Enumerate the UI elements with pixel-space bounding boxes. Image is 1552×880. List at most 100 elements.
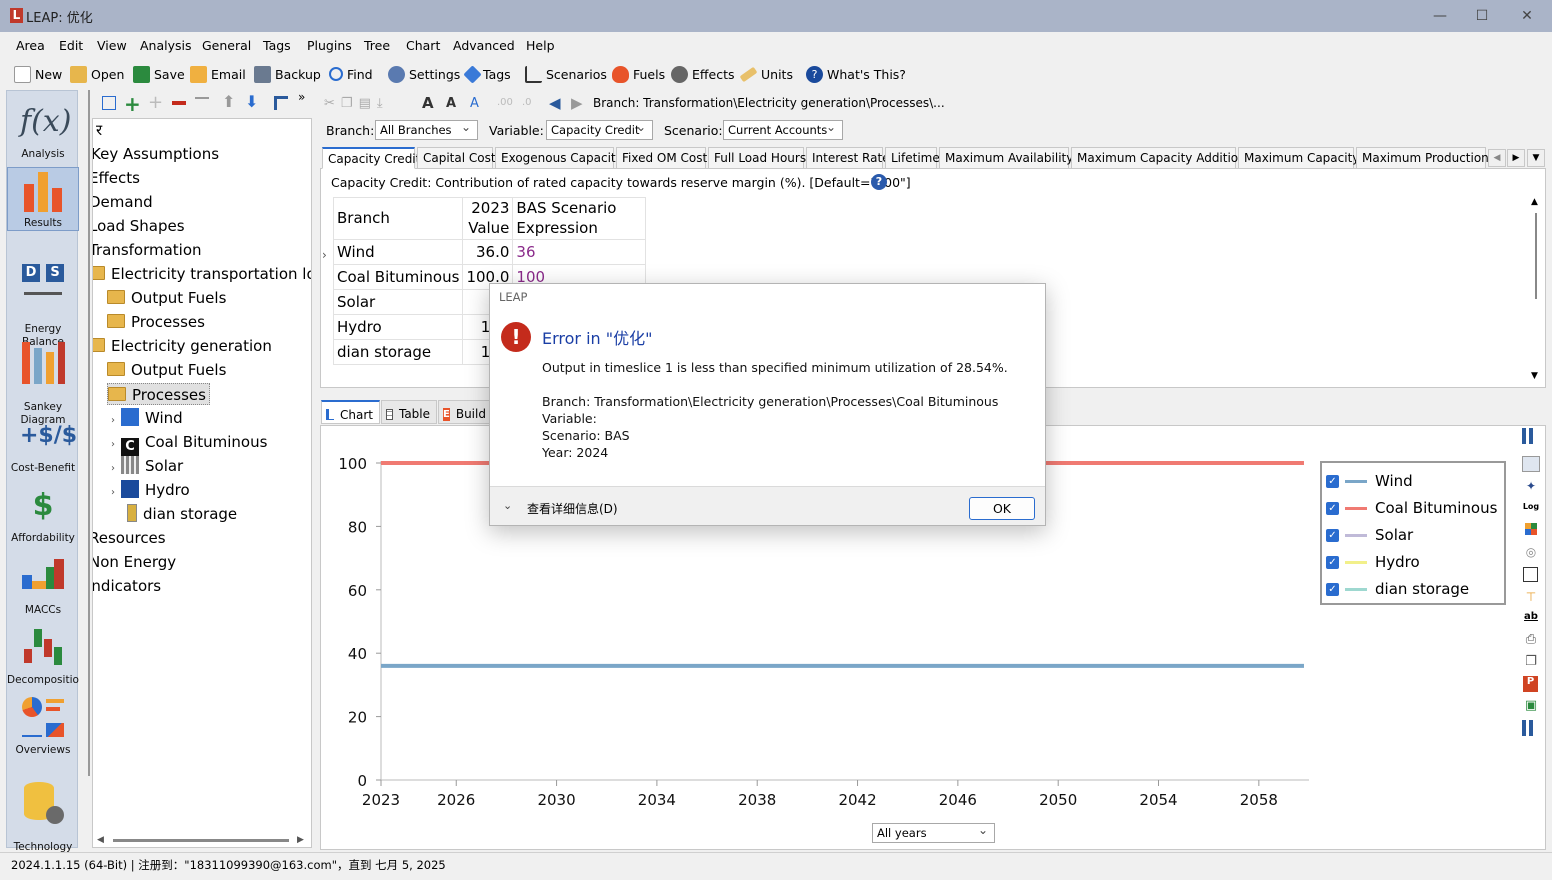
checkbox-checked-icon[interactable]: ✓ xyxy=(1326,474,1339,488)
tree-horizontal-scrollbar[interactable]: ◀ ▶ xyxy=(97,835,307,845)
scenarios-button[interactable]: Scenarios xyxy=(525,64,607,84)
checklist-icon[interactable] xyxy=(102,96,116,110)
grid-cell-value[interactable]: 36.0 xyxy=(462,238,514,265)
nav-cost-benefit[interactable]: +$/$ Cost-Benefit xyxy=(7,413,79,475)
find-button[interactable]: Find xyxy=(329,64,373,84)
whats-this-button[interactable]: ? What's This? xyxy=(806,64,906,84)
fuels-button[interactable]: Fuels xyxy=(612,64,665,84)
nav-maccs[interactable]: MACCs xyxy=(7,555,79,617)
tree-item-key-assumptions[interactable]: Key Assumptions xyxy=(93,143,219,165)
menu-edit[interactable]: Edit xyxy=(59,38,83,53)
tab-exogenous-capacity[interactable]: Exogenous Capacity xyxy=(495,147,623,169)
scenario-select[interactable]: Current Accounts xyxy=(723,120,843,140)
expand-chevron-icon[interactable]: › xyxy=(111,463,115,474)
text-label-icon[interactable]: ab xyxy=(1522,611,1540,627)
legend-toggle-icon[interactable] xyxy=(1522,456,1540,472)
tab-full-load-hours[interactable]: Full Load Hours xyxy=(708,147,806,169)
legend-item-coal-bituminous[interactable]: ✓ Coal Bituminous xyxy=(1326,497,1497,519)
forward-arrow-icon[interactable]: ▶ xyxy=(571,94,583,112)
add-branch-icon[interactable]: + xyxy=(124,92,141,116)
menu-view[interactable]: View xyxy=(97,38,127,53)
move-up-icon[interactable]: ⬆ xyxy=(222,92,235,111)
move-down-icon[interactable]: ⬇ xyxy=(245,92,258,111)
checkbox-checked-icon[interactable]: ✓ xyxy=(1326,501,1339,515)
3d-icon[interactable]: ◎ xyxy=(1522,545,1540,561)
nav-affordability[interactable]: $ Affordability xyxy=(7,483,79,545)
font-larger-icon[interactable]: A xyxy=(422,94,434,112)
menu-tree[interactable]: Tree xyxy=(364,38,390,53)
save-button[interactable]: Save xyxy=(133,64,185,84)
grid-cell-expression[interactable]: 36 xyxy=(512,238,646,265)
ok-button[interactable]: OK xyxy=(969,497,1035,520)
new-button[interactable]: New xyxy=(14,64,62,84)
menu-chart[interactable]: Chart xyxy=(406,38,440,53)
expand-chevron-icon[interactable]: › xyxy=(111,439,115,450)
legend-item-dian-storage[interactable]: ✓ dian storage xyxy=(1326,578,1469,600)
tab-capital-cost[interactable]: Capital Cost xyxy=(417,147,496,169)
tabs-scroll-right-icon[interactable]: ▶ xyxy=(1507,149,1525,167)
overflow-chevron-icon[interactable]: » xyxy=(298,90,305,104)
tags-button[interactable]: Tags xyxy=(463,64,511,84)
close-button[interactable]: ✕ xyxy=(1517,6,1537,26)
tree-item-effects[interactable]: Effects xyxy=(93,167,140,189)
nav-results[interactable]: Results xyxy=(7,167,79,231)
menu-tags[interactable]: Tags xyxy=(263,38,291,53)
copy-icon[interactable]: ❐ xyxy=(341,96,359,111)
pin-icon[interactable]: ⊤ xyxy=(1522,590,1540,606)
log-scale-icon[interactable]: Log xyxy=(1522,502,1540,518)
menu-area[interactable]: Area xyxy=(16,38,45,53)
tree-item-dian-storage[interactable]: dian storage xyxy=(127,503,237,525)
tree-item-load-shapes[interactable]: Load Shapes xyxy=(93,215,185,237)
build-tab[interactable]: E Build xyxy=(438,400,490,424)
tree-item-output-fuels[interactable]: Output Fuels xyxy=(107,287,226,309)
tab-fixed-om-cost[interactable]: Fixed OM Cost xyxy=(616,147,707,169)
delete-branch-icon[interactable] xyxy=(172,101,186,105)
colors-icon[interactable] xyxy=(1525,523,1537,535)
paste-icon[interactable]: ▤ xyxy=(359,96,377,111)
save-chart-icon[interactable]: ▣ xyxy=(1522,698,1540,714)
tree-item-resources[interactable]: Resources xyxy=(93,527,166,549)
backup-button[interactable]: Backup xyxy=(254,64,321,84)
units-button[interactable]: Units xyxy=(739,64,793,84)
font-reset-icon[interactable]: A xyxy=(470,96,479,111)
email-button[interactable]: Email xyxy=(190,64,246,84)
table-row[interactable]: Wind 36.0 36 xyxy=(332,238,646,265)
checkbox-checked-icon[interactable]: ✓ xyxy=(1326,582,1339,596)
legend-item-hydro[interactable]: ✓ Hydro xyxy=(1326,551,1420,573)
expand-chevron-icon[interactable]: › xyxy=(111,415,115,426)
tree-item-indicators[interactable]: Indicators xyxy=(93,575,161,597)
tree-item-wind[interactable]: › Wind xyxy=(111,407,183,429)
checkbox-checked-icon[interactable]: ✓ xyxy=(1326,555,1339,569)
effects-button[interactable]: Effects xyxy=(671,64,735,84)
tree-item-processes-selected[interactable]: Processes xyxy=(107,383,210,405)
expand-chevron-icon[interactable]: › xyxy=(111,487,115,498)
font-smaller-icon[interactable]: A xyxy=(446,96,456,111)
legend-item-wind[interactable]: ✓ Wind xyxy=(1326,470,1413,492)
tree-item-hydro[interactable]: › Hydro xyxy=(111,479,190,501)
tree-item-electricity-transportation-loss[interactable]: Electricity transportation loss xyxy=(93,263,311,285)
tree-root[interactable]: र xyxy=(96,119,102,141)
tab-maximum-capacity-addition[interactable]: Maximum Capacity Addition xyxy=(1071,147,1246,169)
tab-interest-rate[interactable]: Interest Rate xyxy=(806,147,890,169)
minimize-button[interactable]: — xyxy=(1430,6,1450,26)
tree-item-processes[interactable]: Processes xyxy=(107,311,205,333)
year-select[interactable]: All years xyxy=(872,823,995,843)
tree-view-icon[interactable] xyxy=(274,96,288,110)
tree-item-electricity-generation[interactable]: Electricity generation xyxy=(93,335,272,357)
back-arrow-icon[interactable]: ◀ xyxy=(549,94,561,112)
powerpoint-icon[interactable]: P xyxy=(1523,676,1538,692)
chevron-down-icon[interactable]: ⌄ xyxy=(503,499,512,512)
menu-analysis[interactable]: Analysis xyxy=(140,38,192,53)
tab-maximum-availability[interactable]: Maximum Availability xyxy=(939,147,1073,169)
variable-select[interactable]: Capacity Credit xyxy=(546,120,653,140)
nav-decomposition[interactable]: Decomposition xyxy=(7,625,79,687)
tab-maximum-capacity[interactable]: Maximum Capacity xyxy=(1238,147,1359,169)
details-toggle[interactable]: 查看详细信息(D) xyxy=(527,500,618,517)
copy-icon[interactable]: ❐ xyxy=(1522,654,1540,670)
settings-button[interactable]: Settings xyxy=(388,64,460,84)
menu-plugins[interactable]: Plugins xyxy=(307,38,352,53)
menu-help[interactable]: Help xyxy=(526,38,555,53)
print-icon[interactable]: ⎙ xyxy=(1522,632,1540,648)
grid-vertical-scrollbar[interactable]: ▲ ▼ xyxy=(1530,197,1542,383)
menu-general[interactable]: General xyxy=(202,38,251,53)
